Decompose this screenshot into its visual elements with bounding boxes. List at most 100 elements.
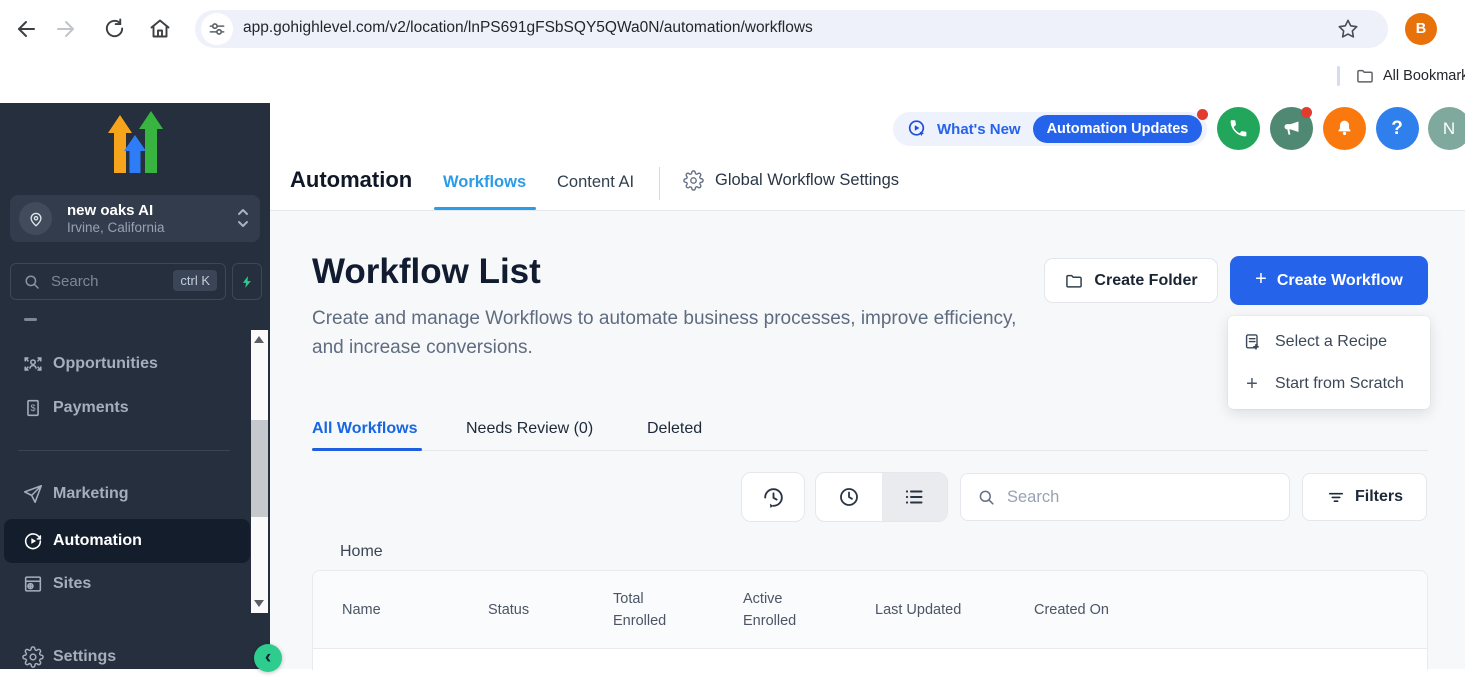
lightning-bolt-icon [240,273,254,291]
tab-workflows[interactable]: Workflows [443,173,526,192]
all-bookmarks-label[interactable]: All Bookmarks [1383,68,1465,84]
search-icon [23,273,41,291]
page-title: Workflow List [312,252,541,292]
sidebar-item-automation[interactable]: Automation [4,519,250,563]
workflow-table: Name Status Total Enrolled Active Enroll… [312,570,1428,670]
phone-icon [1228,118,1249,139]
tabs-divider [312,450,1428,451]
sidebar-divider [18,450,230,451]
sidebar-collapse-button[interactable]: ‹ [254,644,282,672]
workflow-search-input[interactable] [1005,474,1275,520]
search-shortcut-badge: ctrl K [173,270,217,291]
plus-icon: + [1255,268,1267,291]
filters-button[interactable]: Filters [1302,473,1427,521]
url-bar[interactable]: app.gohighlevel.com/v2/location/lnPS691g… [195,10,1388,48]
chevron-up-down-icon [235,203,251,233]
payments-icon: $ [22,397,44,419]
sidebar-item-marketing[interactable]: Marketing [0,472,250,516]
menu-item-start-from-scratch[interactable]: + Start from Scratch [1228,363,1430,405]
sidebar-search[interactable]: ctrl K [10,263,226,300]
location-name: new oaks AI [67,202,153,219]
global-workflow-settings-link[interactable]: Global Workflow Settings [683,170,899,191]
scrolled-item-fragment [24,318,37,321]
notifications-button[interactable] [1323,107,1366,150]
notification-dot [1301,107,1312,118]
list-view-segment[interactable] [882,473,948,521]
bookmarks-folder-icon [1355,66,1375,86]
time-view-segment[interactable] [816,473,882,521]
user-avatar[interactable]: N [1428,107,1465,150]
plus-icon: + [1242,373,1262,396]
bookmarks-divider [1337,66,1340,86]
scroll-up-arrow[interactable] [254,336,264,343]
location-pin-icon [19,202,52,235]
table-body [312,649,1428,670]
url-text: app.gohighlevel.com/v2/location/lnPS691g… [243,19,813,37]
filter-icon [1326,487,1346,507]
gohighlevel-logo-icon [106,111,164,175]
site-settings-icon[interactable] [201,13,233,45]
bookmark-star-icon[interactable] [1336,17,1360,41]
location-city: Irvine, California [67,220,165,235]
sidebar-item-sites[interactable]: Sites [0,562,250,606]
list-icon [902,485,926,509]
tab-needs-review[interactable]: Needs Review (0) [466,420,593,438]
history-clock-icon [761,485,786,510]
sidebar-scrollbar[interactable] [251,330,268,613]
column-header-name[interactable]: Name [313,599,488,621]
home-icon[interactable] [148,17,172,41]
automation-updates-badge[interactable]: Automation Updates [1033,115,1203,143]
phone-button[interactable] [1217,107,1260,150]
tab-all-workflows[interactable]: All Workflows [312,420,418,438]
tab-content-ai[interactable]: Content AI [557,173,634,192]
scroll-down-arrow[interactable] [254,600,264,607]
location-switcher[interactable]: new oaks AI Irvine, California [10,195,260,242]
browser-profile-avatar[interactable]: B [1405,13,1437,45]
back-icon[interactable] [14,17,38,41]
main-header: What's New Automation Updates ? N Automa… [270,95,1465,211]
marketing-icon [22,483,44,505]
browser-chrome: app.gohighlevel.com/v2/location/lnPS691g… [0,0,1465,57]
column-header-active-enrolled[interactable]: Active Enrolled [743,588,875,632]
help-button[interactable]: ? [1376,107,1419,150]
whats-new-icon [906,118,928,140]
menu-item-select-recipe[interactable]: Select a Recipe [1228,321,1430,363]
announcements-button[interactable] [1270,107,1313,150]
whats-new-label: What's New [937,121,1021,138]
recipe-document-icon [1242,332,1262,352]
sidebar-item-settings[interactable]: Settings [0,635,250,679]
folder-icon [1064,271,1084,291]
active-tab-underline [434,207,536,210]
view-toggle [815,472,948,522]
sites-icon [22,573,44,595]
scrollbar-thumb[interactable] [251,420,268,517]
workflow-list-page: Workflow List Create and manage Workflow… [270,211,1465,669]
collapse-chevron-icon: ‹ [265,647,271,669]
page-section-title: Automation [290,167,412,193]
workflow-search[interactable] [960,473,1290,521]
column-header-total-enrolled[interactable]: Total Enrolled [613,588,743,632]
settings-gear-icon [22,646,44,668]
whats-new-pill[interactable]: What's New Automation Updates [893,112,1207,146]
column-header-status[interactable]: Status [488,599,613,621]
breadcrumb-home[interactable]: Home [340,543,383,561]
bell-icon [1334,118,1355,139]
notification-dot [1197,109,1208,120]
forward-icon[interactable] [54,17,78,41]
sidebar-search-input[interactable] [49,264,177,299]
table-header-row: Name Status Total Enrolled Active Enroll… [312,570,1428,649]
enrollment-history-button[interactable] [741,472,805,522]
sidebar-item-opportunities[interactable]: Opportunities [0,342,250,386]
megaphone-icon [1281,118,1302,139]
active-tab-underline [312,448,422,451]
column-header-created-on[interactable]: Created On [1034,599,1427,621]
opportunities-icon [22,353,44,375]
tab-deleted[interactable]: Deleted [647,420,702,438]
create-folder-button[interactable]: Create Folder [1044,258,1218,303]
reload-icon[interactable] [103,17,127,41]
create-workflow-button[interactable]: + Create Workflow [1230,256,1428,305]
column-header-last-updated[interactable]: Last Updated [875,599,1034,621]
quick-actions-button[interactable] [232,263,262,300]
sidebar-item-payments[interactable]: $ Payments [0,386,250,430]
create-workflow-dropdown: Select a Recipe + Start from Scratch [1228,316,1430,409]
